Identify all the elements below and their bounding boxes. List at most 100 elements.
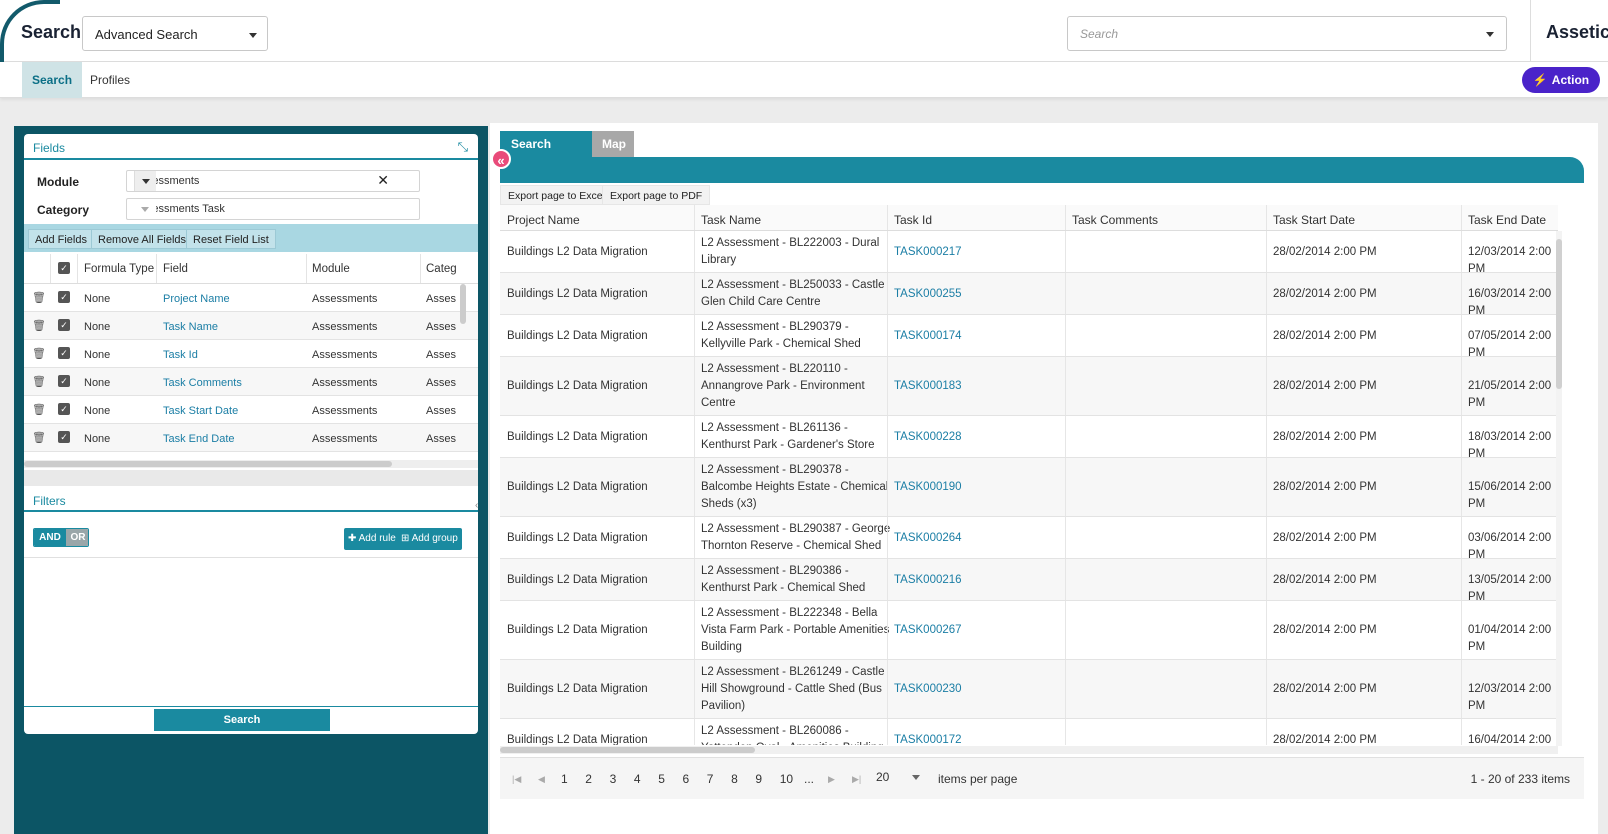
reset-field-list-button[interactable]: Reset Field List <box>186 229 276 249</box>
row-checkbox[interactable]: ✓ <box>58 375 70 387</box>
page-size-select[interactable]: 20 <box>876 770 920 784</box>
table-row[interactable]: Buildings L2 Data Migration L2 Assessment… <box>500 719 1558 745</box>
task-id-link[interactable]: TASK000174 <box>894 328 962 345</box>
table-row[interactable]: Buildings L2 Data Migration L2 Assessment… <box>500 315 1558 359</box>
trash-icon[interactable]: 🗑 <box>32 347 46 360</box>
fields-vertical-scrollbar[interactable] <box>460 284 466 324</box>
column-header[interactable]: Project Name <box>507 212 580 229</box>
trash-icon[interactable]: 🗑 <box>32 291 46 304</box>
module-select[interactable]: Assessments ✕ <box>126 170 420 192</box>
grid-vertical-scrollbar[interactable] <box>1556 231 1562 746</box>
scrollbar-thumb[interactable] <box>500 747 755 753</box>
search-mode-select[interactable]: Advanced Search <box>82 16 268 51</box>
task-id-link[interactable]: TASK000228 <box>894 429 962 446</box>
last-page-icon[interactable]: ▶| <box>852 774 861 785</box>
page-link[interactable]: 9 <box>755 772 762 786</box>
tab-map[interactable]: Map <box>592 131 634 157</box>
add-group-button[interactable]: ⊞ Add group <box>397 528 462 550</box>
select-all-checkbox[interactable]: ✓ <box>58 262 70 274</box>
export-pdf-button[interactable]: Export page to PDF <box>602 185 711 205</box>
task-id-link[interactable]: TASK000267 <box>894 622 962 639</box>
first-page-icon[interactable]: |◀ <box>512 774 521 785</box>
scrollbar-thumb[interactable] <box>1556 239 1562 389</box>
table-row[interactable]: Buildings L2 Data Migration L2 Assessment… <box>500 273 1558 317</box>
page-link[interactable]: 7 <box>707 772 714 786</box>
clear-icon[interactable]: ✕ <box>377 172 389 189</box>
page-link[interactable]: 6 <box>683 772 690 786</box>
tab-profiles[interactable]: Profiles <box>80 62 140 98</box>
row-checkbox[interactable]: ✓ <box>58 319 70 331</box>
trash-icon[interactable]: 🗑 <box>32 403 46 416</box>
chevron-down-icon[interactable] <box>134 171 156 191</box>
scrollbar-thumb[interactable] <box>24 461 392 467</box>
page-link[interactable]: 8 <box>731 772 738 786</box>
task-id-link[interactable]: TASK000190 <box>894 479 962 496</box>
row-checkbox[interactable]: ✓ <box>58 291 70 303</box>
row-checkbox[interactable]: ✓ <box>58 347 70 359</box>
action-button[interactable]: ⚡ Action <box>1522 67 1600 93</box>
task-id-link[interactable]: TASK000264 <box>894 530 962 547</box>
tab-search[interactable]: Search <box>22 62 83 98</box>
column-header[interactable]: Task Name <box>701 212 761 229</box>
table-row[interactable]: Buildings L2 Data Migration L2 Assessment… <box>500 660 1558 719</box>
task-id-link[interactable]: TASK000183 <box>894 378 962 395</box>
and-toggle[interactable]: AND <box>34 529 66 546</box>
table-row[interactable]: Buildings L2 Data Migration L2 Assessment… <box>500 416 1558 460</box>
field-link[interactable]: Task Comments <box>163 377 242 389</box>
add-fields-button[interactable]: Add Fields <box>28 229 94 249</box>
table-row[interactable]: Buildings L2 Data Migration L2 Assessment… <box>500 231 1558 275</box>
fields-horizontal-scrollbar[interactable] <box>24 460 478 468</box>
row-checkbox[interactable]: ✓ <box>58 431 70 443</box>
grid-horizontal-scrollbar[interactable] <box>500 746 1558 754</box>
category-select[interactable]: Assessments Task <box>126 198 420 220</box>
page-link[interactable]: 2 <box>585 772 592 786</box>
column-header[interactable]: Task End Date <box>1468 212 1546 229</box>
task-start-date-cell: 28/02/2014 2:00 PM <box>1273 733 1377 746</box>
page-link[interactable]: ... <box>804 772 814 786</box>
page-link[interactable]: 5 <box>658 772 665 786</box>
collapse-icon[interactable]: ⤡ <box>458 139 468 155</box>
next-page-icon[interactable]: ▶ <box>828 774 835 785</box>
table-row[interactable]: Buildings L2 Data Migration L2 Assessment… <box>500 601 1558 660</box>
table-row[interactable]: Buildings L2 Data Migration L2 Assessment… <box>500 559 1558 603</box>
table-row[interactable]: Buildings L2 Data Migration L2 Assessment… <box>500 458 1558 517</box>
export-excel-button[interactable]: Export page to Excel <box>500 185 613 205</box>
field-link[interactable]: Task Start Date <box>163 405 238 417</box>
field-link[interactable]: Task Name <box>163 321 218 333</box>
row-checkbox[interactable]: ✓ <box>58 403 70 415</box>
tab-search-result[interactable]: Search Result <box>500 131 592 177</box>
task-id-link[interactable]: TASK000217 <box>894 244 962 261</box>
trash-icon[interactable]: 🗑 <box>32 431 46 444</box>
task-id-link[interactable]: TASK000255 <box>894 286 962 303</box>
trash-icon[interactable]: 🗑 <box>32 375 46 388</box>
task-id-link[interactable]: TASK000230 <box>894 681 962 698</box>
column-header[interactable]: Task Start Date <box>1273 212 1355 229</box>
divider <box>887 517 888 558</box>
column-header[interactable]: Task Comments <box>1072 212 1158 229</box>
table-row: 🗑 ✓ None Project Name Assessments Asses <box>24 284 478 312</box>
chevron-down-icon[interactable] <box>134 199 156 219</box>
divider <box>887 273 888 314</box>
field-link[interactable]: Project Name <box>163 293 230 305</box>
remove-all-fields-button[interactable]: Remove All Fields <box>91 229 194 249</box>
add-rule-button[interactable]: ✚ Add rule <box>344 528 400 550</box>
field-link[interactable]: Task Id <box>163 349 198 361</box>
page-link[interactable]: 4 <box>634 772 641 786</box>
search-button[interactable]: Search <box>154 709 330 731</box>
page-link[interactable]: 3 <box>610 772 617 786</box>
trash-icon[interactable]: 🗑 <box>32 319 46 332</box>
table-row[interactable]: Buildings L2 Data Migration L2 Assessment… <box>500 517 1558 561</box>
task-start-date-cell: 28/02/2014 2:00 PM <box>1273 430 1377 443</box>
field-link[interactable]: Task End Date <box>163 433 235 445</box>
page-link[interactable]: 10 <box>780 772 793 786</box>
table-row[interactable]: Buildings L2 Data Migration L2 Assessment… <box>500 357 1558 416</box>
task-id-link[interactable]: TASK000172 <box>894 732 962 746</box>
splitter-handle-icon[interactable]: ‹ <box>475 500 478 511</box>
prev-page-icon[interactable]: ◀ <box>538 774 545 785</box>
page-link[interactable]: 1 <box>561 772 568 786</box>
global-search-input[interactable]: Search <box>1067 16 1507 51</box>
or-toggle[interactable]: OR <box>66 529 88 546</box>
double-chevron-left-icon[interactable]: « <box>491 149 511 169</box>
task-id-link[interactable]: TASK000216 <box>894 572 962 589</box>
column-header[interactable]: Task Id <box>894 212 932 229</box>
